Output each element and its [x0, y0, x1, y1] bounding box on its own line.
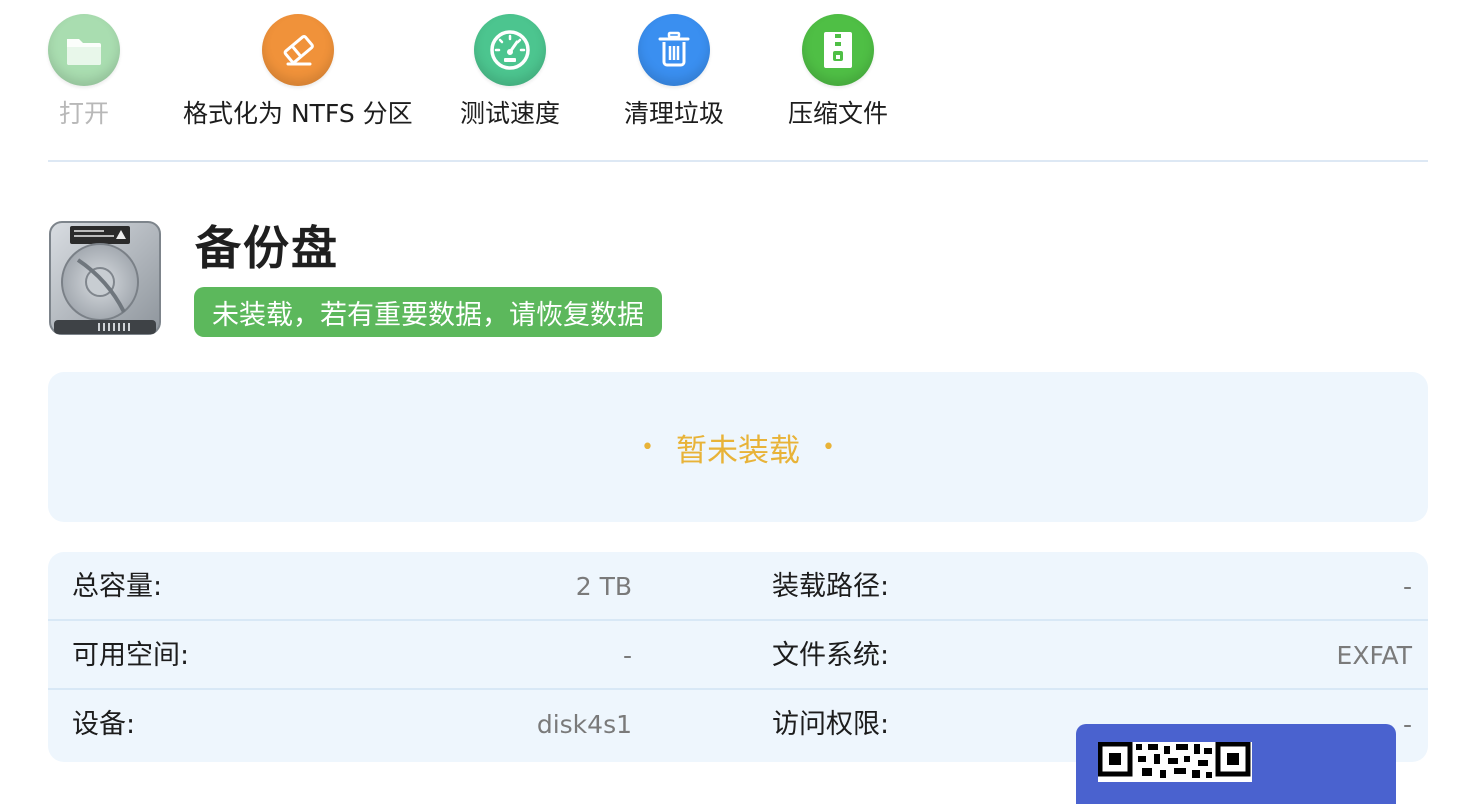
trash-icon — [638, 14, 710, 86]
status-badge: 未装载，若有重要数据，请恢复数据 — [194, 287, 662, 337]
device-label: 设备: — [72, 709, 136, 740]
speedometer-icon — [474, 14, 546, 86]
device-value: disk4s1 — [536, 710, 632, 739]
info-row: 可用空间: - 文件系统: EXFAT — [48, 621, 1428, 690]
info-row: 总容量: 2 TB 装载路径: - — [48, 552, 1428, 621]
mount-status-panel: • 暂未装载 • — [48, 372, 1428, 522]
access-permission-label: 访问权限: — [772, 709, 890, 740]
available-space-value: - — [622, 641, 632, 670]
total-capacity-value: 2 TB — [575, 572, 632, 601]
open-label: 打开 — [58, 99, 109, 128]
dot-right: • — [822, 434, 835, 460]
format-ntfs-button[interactable]: 格式化为 NTFS 分区 — [183, 14, 413, 130]
disk-name: 备份盘 — [195, 221, 339, 275]
toolbar-divider — [48, 160, 1428, 162]
mount-path-label: 装载路径: — [772, 571, 890, 602]
toolbar: 打开 格式化为 NTFS 分区 测试速度 清理垃圾 压缩文件 — [0, 0, 1478, 160]
folder-icon — [48, 14, 120, 86]
clean-junk-button[interactable]: 清理垃圾 — [624, 14, 724, 130]
clean-junk-label: 清理垃圾 — [624, 99, 725, 128]
test-speed-button[interactable]: 测试速度 — [460, 14, 560, 130]
mount-status: • 暂未装载 • — [619, 425, 857, 470]
file-system-value: EXFAT — [1336, 641, 1412, 670]
test-speed-label: 测试速度 — [460, 99, 561, 128]
compress-files-button[interactable]: 压缩文件 — [788, 14, 888, 130]
mount-path-value: - — [1402, 572, 1412, 601]
eraser-icon — [261, 14, 334, 86]
open-button[interactable]: 打开 — [48, 14, 120, 130]
qr-code-popup[interactable] — [1076, 724, 1396, 804]
mount-status-text: 暂未装载 — [676, 432, 800, 469]
available-space-label: 可用空间: — [72, 640, 190, 671]
format-ntfs-label: 格式化为 NTFS 分区 — [183, 99, 413, 128]
dot-left: • — [641, 434, 654, 460]
zip-icon — [802, 14, 874, 86]
total-capacity-label: 总容量: — [72, 571, 163, 602]
qr-code-icon — [1098, 742, 1252, 782]
compress-files-label: 压缩文件 — [788, 99, 889, 128]
file-system-label: 文件系统: — [772, 640, 890, 671]
hard-drive-icon — [48, 220, 162, 338]
